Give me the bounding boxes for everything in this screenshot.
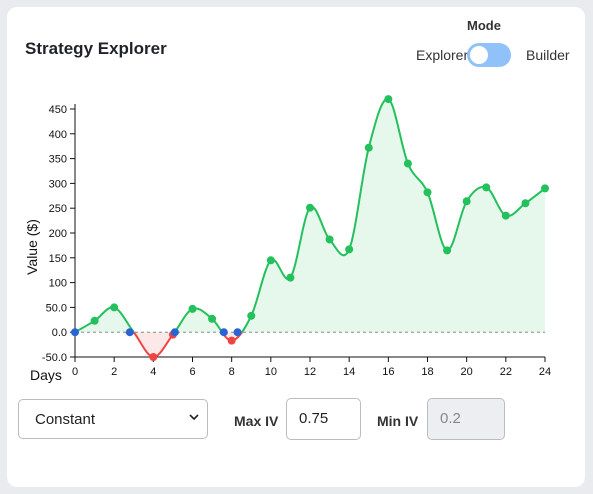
breakeven-point — [170, 328, 179, 337]
data-point — [541, 184, 549, 193]
x-tick-label: 14 — [343, 366, 355, 378]
y-tick-label: -50.0 — [42, 352, 67, 364]
y-tick-label: 50.0 — [46, 302, 67, 314]
breakeven-point — [125, 328, 134, 337]
x-axis-label: Days — [30, 367, 62, 383]
y-tick-label: 450 — [49, 104, 67, 116]
data-point — [110, 303, 119, 312]
data-point — [345, 245, 354, 254]
breakeven-point — [233, 328, 242, 337]
x-tick-label: 16 — [382, 366, 394, 378]
data-point — [306, 203, 314, 212]
x-tick-label: 20 — [461, 366, 473, 378]
data-point — [521, 199, 530, 208]
min-iv-label: Min IV — [377, 413, 419, 429]
profit-area — [75, 99, 545, 333]
data-point — [266, 256, 275, 265]
min-iv-input: 0.2 — [427, 398, 505, 440]
data-point — [149, 353, 158, 361]
data-point — [208, 314, 217, 323]
y-tick-label: 100 — [49, 278, 67, 290]
y-tick-label: 250 — [49, 203, 67, 215]
iv-mode-select[interactable]: Constant — [18, 399, 208, 439]
data-point — [286, 273, 295, 282]
data-point — [423, 188, 432, 197]
y-tick-label: 150 — [49, 253, 67, 265]
data-point — [90, 316, 99, 325]
x-tick-label: 22 — [500, 366, 512, 378]
x-tick-label: 18 — [421, 366, 433, 378]
data-point — [443, 246, 452, 255]
data-point — [364, 143, 373, 152]
max-iv-input[interactable]: 0.75 — [286, 398, 361, 440]
data-point — [384, 95, 393, 104]
x-tick-label: 0 — [72, 366, 78, 378]
max-iv-label: Max IV — [234, 413, 279, 429]
data-point — [188, 304, 197, 313]
data-point — [325, 235, 334, 244]
x-tick-label: 8 — [229, 366, 235, 378]
y-tick-label: 400 — [49, 129, 67, 141]
data-point — [403, 159, 412, 168]
x-tick-label: 10 — [265, 366, 277, 378]
chevron-down-icon — [189, 414, 199, 421]
iv-mode-value: Constant — [35, 411, 96, 428]
y-tick-label: 300 — [49, 178, 67, 190]
x-tick-label: 24 — [539, 366, 551, 378]
data-point — [482, 183, 491, 192]
x-tick-label: 4 — [150, 366, 156, 378]
breakeven-point — [219, 328, 228, 337]
x-tick-label: 2 — [111, 366, 117, 378]
data-point — [227, 336, 236, 345]
breakeven-point — [71, 328, 79, 337]
y-axis-label: Value ($) — [24, 219, 40, 275]
data-point — [247, 311, 256, 320]
x-tick-label: 12 — [304, 366, 316, 378]
y-tick-label: 200 — [49, 228, 67, 240]
y-tick-label: 350 — [49, 154, 67, 166]
data-point — [462, 197, 471, 206]
y-tick-label: 0.0 — [52, 327, 67, 339]
x-tick-label: 6 — [189, 366, 195, 378]
data-point — [501, 211, 510, 220]
